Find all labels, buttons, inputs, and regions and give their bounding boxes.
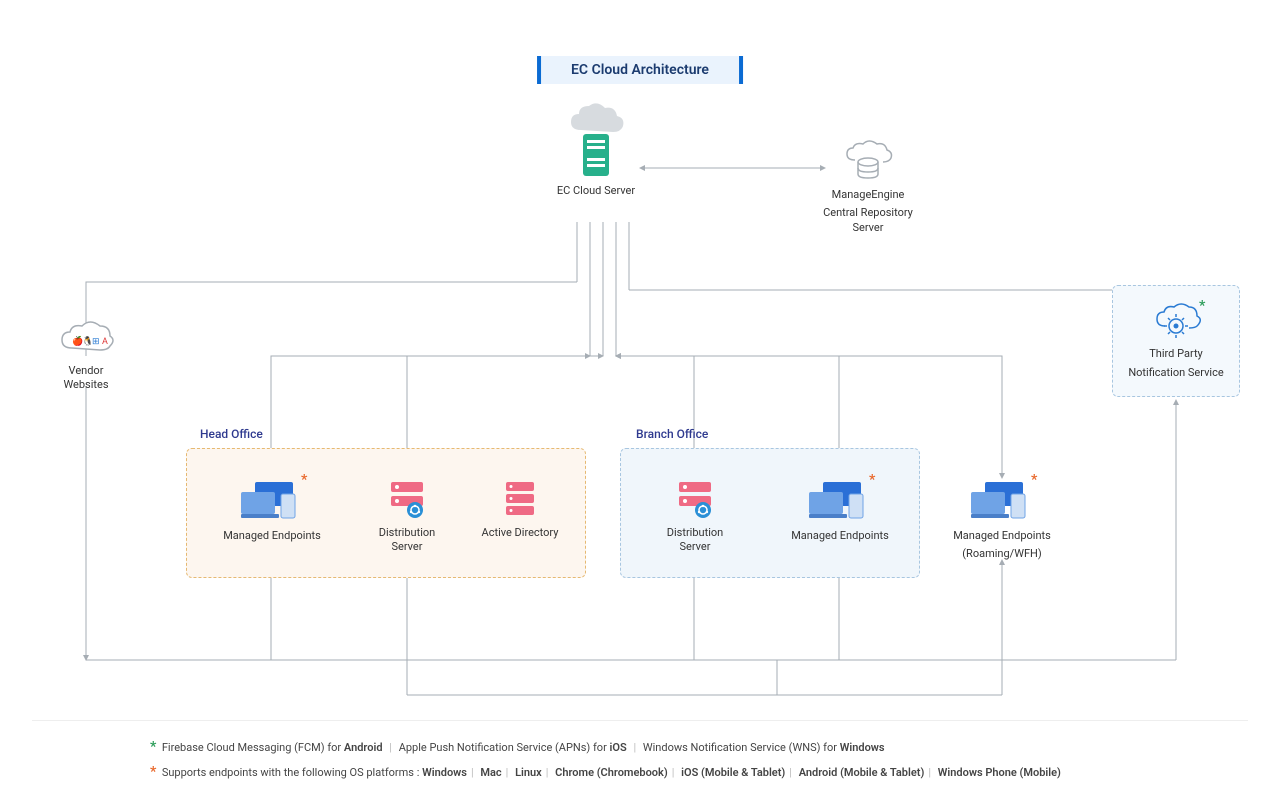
legend-text: Firebase Cloud Messaging (FCM) for (162, 741, 341, 754)
legend-bold: Windows (422, 766, 467, 779)
ec-cloud-server-label: EC Cloud Server (557, 184, 635, 198)
diagram-title: EC Cloud Architecture (537, 56, 743, 84)
repo-server-label-2: Central Repository Server (808, 206, 928, 235)
bo-dist-server-node: Distribution Server (650, 478, 740, 555)
asterisk-green-icon: * (150, 739, 156, 755)
legend-divider (32, 720, 1248, 721)
legend-bold: Windows (840, 741, 885, 754)
devices-icon (805, 478, 875, 522)
svg-text:A: A (102, 337, 108, 347)
head-office-heading: Head Office (200, 427, 263, 441)
ho-managed-endpoints-node: * Managed Endpoints (222, 478, 322, 543)
legend-bold: Android (Mobile & Tablet) (799, 766, 925, 779)
branch-office-heading: Branch Office (636, 427, 708, 441)
asterisk-orange-icon: * (1031, 472, 1037, 488)
legend-text: Apple Push Notification Service (APNs) f… (399, 741, 607, 754)
asterisk-orange-icon: * (301, 472, 307, 488)
vendor-websites-node: 🍎 🐧 ⊞ A Vendor Websites (46, 320, 126, 393)
ho-active-directory-node: Active Directory (475, 478, 565, 540)
vendor-websites-label: Vendor Websites (46, 364, 126, 393)
connectors-layer (0, 0, 1280, 794)
asterisk-green-icon: * (1199, 298, 1205, 314)
thirdparty-box: * Third Party Notification Service (1112, 285, 1240, 397)
cloud-server-icon (561, 100, 631, 180)
cloud-database-icon (841, 140, 895, 184)
legend-bold: Windows Phone (Mobile) (938, 766, 1061, 779)
roaming-endpoints-node: * Managed Endpoints (Roaming/WFH) (952, 478, 1052, 562)
active-directory-icon (500, 478, 540, 522)
distribution-server-icon (673, 478, 717, 522)
legend-bold: Mac (480, 766, 501, 779)
legend-text: Windows Notification Service (WNS) for (643, 741, 837, 754)
legend-bold: Android (344, 741, 383, 754)
ec-cloud-server-node: EC Cloud Server (556, 100, 636, 198)
thirdparty-label-1: Third Party (1149, 347, 1203, 361)
legend-bold: Linux (515, 766, 542, 779)
roaming-endpoints-label-2: (Roaming/WFH) (962, 547, 1041, 561)
ho-managed-endpoints-label: Managed Endpoints (223, 529, 321, 543)
ho-active-directory-label: Active Directory (482, 526, 559, 540)
asterisk-orange-icon: * (150, 764, 156, 780)
legend-row-orange: * Supports endpoints with the following … (150, 760, 1061, 785)
roaming-endpoints-label-1: Managed Endpoints (953, 529, 1051, 543)
thirdparty-label-2: Notification Service (1128, 366, 1223, 380)
vendor-cloud-icon: 🍎 🐧 ⊞ A (56, 320, 116, 360)
devices-icon (967, 478, 1037, 522)
svg-text:⊞: ⊞ (92, 337, 100, 347)
legend-text: Supports endpoints with the following OS… (162, 766, 420, 779)
bo-dist-server-label: Distribution Server (650, 526, 740, 555)
bo-managed-endpoints-label: Managed Endpoints (791, 529, 889, 543)
distribution-server-icon (385, 478, 429, 522)
asterisk-orange-icon: * (869, 472, 875, 488)
legend-row-green: * Firebase Cloud Messaging (FCM) for And… (150, 735, 1061, 760)
ho-dist-server-node: Distribution Server (362, 478, 452, 555)
devices-icon (237, 478, 307, 522)
bo-managed-endpoints-node: * Managed Endpoints (790, 478, 890, 543)
repo-server-label-1: ManageEngine (832, 188, 905, 202)
ho-dist-server-label: Distribution Server (362, 526, 452, 555)
legend-bold: Chrome (Chromebook) (555, 766, 668, 779)
legend-bold: iOS (610, 741, 627, 754)
repo-server-node: ManageEngine Central Repository Server (808, 140, 928, 235)
gear-cloud-icon (1151, 302, 1201, 340)
legend: * Firebase Cloud Messaging (FCM) for And… (150, 735, 1061, 785)
legend-bold: iOS (Mobile & Tablet) (681, 766, 785, 779)
